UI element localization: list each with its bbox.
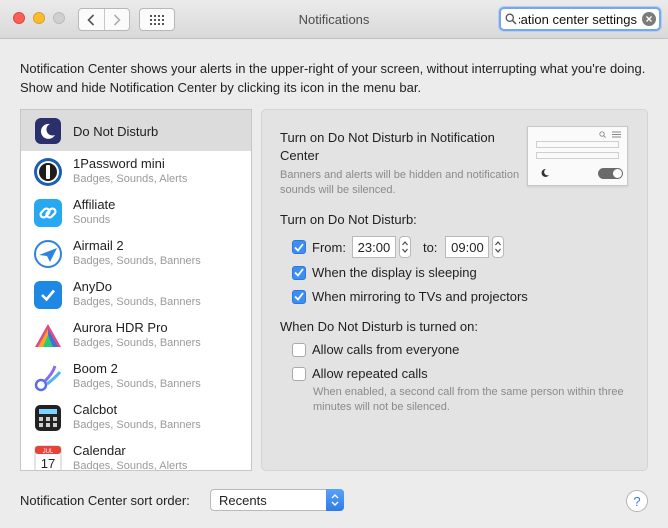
close-window-button[interactable] xyxy=(13,12,25,24)
chevron-left-icon xyxy=(87,13,95,26)
stepper-arrows-icon xyxy=(495,241,502,253)
moon-icon xyxy=(33,116,63,146)
app-alert-styles: Badges, Sounds, Banners xyxy=(73,296,201,308)
mirroring-checkbox[interactable] xyxy=(292,289,306,304)
display-sleeping-label: When the display is sleeping xyxy=(312,265,477,280)
sort-order-popup[interactable]: Recents xyxy=(210,489,344,511)
forward-button[interactable] xyxy=(103,9,130,30)
window-title: Notifications xyxy=(298,12,370,27)
dnd-panel-title: Turn on Do Not Disturb in Notification C… xyxy=(280,130,495,163)
app-name: AnyDo xyxy=(73,279,113,294)
repeated-calls-hint: When enabled, a second call from the sam… xyxy=(313,386,624,413)
app-alert-styles: Badges, Sounds, Banners xyxy=(73,337,201,349)
list-item-do-not-disturb[interactable]: Do Not Disturb xyxy=(21,110,251,151)
schedule-row: From: 23:00 to: 09:00 xyxy=(292,236,505,258)
allow-calls-checkbox[interactable] xyxy=(292,342,306,357)
grid-icon xyxy=(150,14,164,25)
search-field[interactable]: Notification center settings xyxy=(499,7,661,31)
dnd-preview-toggle xyxy=(598,168,623,179)
list-item-boom[interactable]: Boom 2 Badges, Sounds, Banners xyxy=(21,356,251,397)
when-on-heading: When Do Not Disturb is turned on: xyxy=(280,319,478,334)
calendar-icon-month: JUL xyxy=(43,449,54,455)
repeated-calls-option[interactable]: Allow repeated calls xyxy=(292,366,428,381)
app-alert-styles: Badges, Sounds, Alerts xyxy=(73,173,188,185)
navigation-buttons xyxy=(78,8,130,31)
checkmark-icon xyxy=(294,268,304,277)
allow-calls-option[interactable]: Allow calls from everyone xyxy=(292,342,459,357)
anydo-icon xyxy=(33,280,63,310)
allow-calls-label: Allow calls from everyone xyxy=(312,342,460,357)
search-icon xyxy=(505,13,517,25)
app-name: Calcbot xyxy=(73,402,118,417)
description-text: Notification Center shows your alerts in… xyxy=(20,61,646,95)
zoom-window-button[interactable] xyxy=(53,12,65,24)
from-label: From: xyxy=(312,239,346,255)
app-name: Boom 2 xyxy=(73,361,118,376)
repeated-calls-checkbox[interactable] xyxy=(292,366,306,381)
repeated-calls-label: Allow repeated calls xyxy=(312,366,428,381)
checkmark-icon xyxy=(294,292,304,301)
mirroring-label: When mirroring to TVs and projectors xyxy=(312,289,528,304)
search-icon xyxy=(599,131,606,138)
app-list[interactable]: Do Not Disturb 1Password mini Badges, So… xyxy=(20,109,252,471)
notification-center-preview xyxy=(527,126,628,186)
app-alert-styles: Sounds xyxy=(73,214,111,226)
1password-icon xyxy=(33,157,63,187)
list-item-aurora-hdr[interactable]: Aurora HDR Pro Badges, Sounds, Banners xyxy=(21,315,251,356)
from-checkbox[interactable] xyxy=(292,240,306,254)
to-label: to: xyxy=(422,239,438,255)
stepper-arrows-icon xyxy=(402,241,408,253)
list-item-calendar[interactable]: JUL 17 Calendar Badges, Sounds, Alerts xyxy=(21,438,251,471)
list-item-anydo[interactable]: AnyDo Badges, Sounds, Banners xyxy=(21,274,251,315)
close-icon xyxy=(646,16,652,22)
mirroring-option[interactable]: When mirroring to TVs and projectors xyxy=(292,289,528,304)
from-time-stepper[interactable] xyxy=(398,236,411,258)
popup-arrows-icon xyxy=(326,489,344,511)
list-item-affiliate[interactable]: Affiliate Sounds xyxy=(21,192,251,233)
aurora-icon xyxy=(33,321,63,351)
list-icon xyxy=(612,131,621,138)
display-sleeping-option[interactable]: When the display is sleeping xyxy=(292,265,477,280)
chevron-right-icon xyxy=(113,13,121,26)
turn-on-heading: Turn on Do Not Disturb: xyxy=(280,212,417,227)
app-alert-styles: Badges, Sounds, Banners xyxy=(73,255,201,267)
show-all-button[interactable] xyxy=(139,8,175,31)
search-input[interactable]: Notification center settings xyxy=(519,12,637,27)
moon-icon xyxy=(541,168,549,177)
boom-icon xyxy=(33,362,63,392)
app-name: Airmail 2 xyxy=(73,238,124,253)
app-alert-styles: Badges, Sounds, Banners xyxy=(73,378,201,390)
app-name: Do Not Disturb xyxy=(73,124,159,139)
clear-search-button[interactable] xyxy=(642,12,656,26)
sort-order-label: Notification Center sort order: xyxy=(20,493,190,508)
app-name: Aurora HDR Pro xyxy=(73,320,168,335)
app-alert-styles: Badges, Sounds, Banners xyxy=(73,419,201,431)
title-bar: Notifications Notification center settin… xyxy=(0,0,668,39)
calcbot-icon xyxy=(33,403,63,433)
app-name: 1Password mini xyxy=(73,156,165,171)
app-name: Affiliate xyxy=(73,197,116,212)
to-time-field[interactable]: 09:00 xyxy=(445,236,490,258)
to-time-stepper[interactable] xyxy=(492,236,505,258)
do-not-disturb-panel: Turn on Do Not Disturb in Notification C… xyxy=(261,109,648,471)
sort-order-value: Recents xyxy=(219,493,267,508)
help-button[interactable]: ? xyxy=(626,490,648,512)
app-alert-styles: Badges, Sounds, Alerts xyxy=(73,460,188,471)
dnd-panel-note: Banners and alerts will be hidden and no… xyxy=(280,169,520,196)
calendar-icon: JUL 17 xyxy=(33,444,63,471)
list-item-1password[interactable]: 1Password mini Badges, Sounds, Alerts xyxy=(21,151,251,192)
calendar-icon-day: 17 xyxy=(41,456,55,471)
app-name: Calendar xyxy=(73,443,126,458)
checkmark-icon xyxy=(294,242,304,252)
back-button[interactable] xyxy=(79,9,104,30)
from-time-field[interactable]: 23:00 xyxy=(351,236,396,258)
affiliate-icon xyxy=(33,198,63,228)
list-item-calcbot[interactable]: Calcbot Badges, Sounds, Banners xyxy=(21,397,251,438)
display-sleeping-checkbox[interactable] xyxy=(292,265,306,280)
airmail-icon xyxy=(33,239,63,269)
minimize-window-button[interactable] xyxy=(33,12,45,24)
list-item-airmail[interactable]: Airmail 2 Badges, Sounds, Banners xyxy=(21,233,251,274)
